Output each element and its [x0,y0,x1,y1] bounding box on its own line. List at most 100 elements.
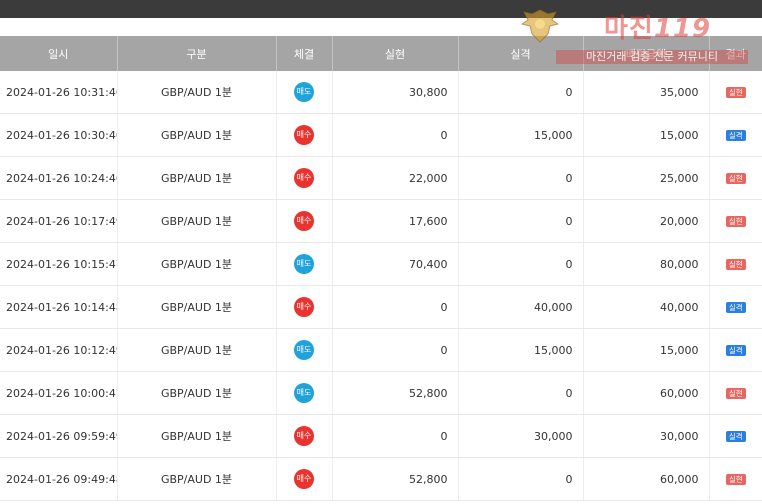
cell-exec: 매수 [276,156,333,200]
cell-amount: 15,000 [583,328,710,372]
result-badge: 실현 [725,173,746,184]
cell-realized: 30,800 [332,71,459,114]
cell-amount: 40,000 [583,285,710,329]
table-body: 2024-01-26 10:31:46 GBP/AUD 1분 매도 30,800 0 35… [0,71,762,501]
cell-realized: 0 [332,328,459,372]
cell-amount: 80,000 [583,242,710,286]
exec-badge: 매수 [294,125,314,145]
cell-result: 실격 [709,414,762,458]
header-row: 일시 구분 체결 실현 실격 배팅금액 결과 [0,36,762,71]
cell-date: 2024-01-26 09:49:48 [0,457,118,501]
cell-result: 실격 [709,328,762,372]
table-header: 일시 구분 체결 실현 실격 배팅금액 결과 [0,36,762,71]
cell-realized: 22,000 [332,156,459,200]
header-type: 구분 [117,36,277,71]
table-row: 2024-01-26 09:49:48 GBP/AUD 1분 매수 52,800 0 60… [0,457,762,501]
cell-date: 2024-01-26 10:15:47 [0,242,118,286]
cell-type: GBP/AUD 1분 [117,328,277,372]
cell-exec: 매수 [276,414,333,458]
exec-badge: 매수 [294,469,314,489]
result-badge: 실현 [725,474,746,485]
cell-amount: 20,000 [583,199,710,243]
result-badge: 실격 [725,130,746,141]
cell-realized: 17,600 [332,199,459,243]
cell-result: 실현 [709,71,762,114]
top-bar [0,0,762,18]
cell-result: 실현 [709,371,762,415]
cell-lost: 0 [458,156,584,200]
cell-date: 2024-01-26 10:24:46 [0,156,118,200]
cell-exec: 매도 [276,371,333,415]
cell-amount: 35,000 [583,71,710,114]
cell-date: 2024-01-26 10:14:48 [0,285,118,329]
exec-badge: 매도 [294,254,314,274]
cell-date: 2024-01-26 10:12:49 [0,328,118,372]
header-date: 일시 [0,36,118,71]
cell-exec: 매수 [276,457,333,501]
cell-exec: 매도 [276,328,333,372]
cell-exec: 매도 [276,71,333,114]
result-badge: 실격 [725,345,746,356]
cell-type: GBP/AUD 1분 [117,242,277,286]
cell-realized: 0 [332,285,459,329]
cell-amount: 25,000 [583,156,710,200]
cell-date: 2024-01-26 10:00:47 [0,371,118,415]
result-badge: 실현 [725,388,746,399]
cell-amount: 60,000 [583,371,710,415]
cell-realized: 0 [332,113,459,157]
cell-type: GBP/AUD 1분 [117,71,277,114]
table-row: 2024-01-26 10:24:46 GBP/AUD 1분 매수 22,000 0 25… [0,156,762,200]
cell-date: 2024-01-26 10:17:49 [0,199,118,243]
table-row: 2024-01-26 10:30:46 GBP/AUD 1분 매수 0 15,000 15… [0,113,762,157]
exec-badge: 매도 [294,383,314,403]
exec-badge: 매수 [294,297,314,317]
table-row: 2024-01-26 10:15:47 GBP/AUD 1분 매도 70,400 0 80… [0,242,762,286]
cell-lost: 15,000 [458,328,584,372]
exec-badge: 매수 [294,426,314,446]
result-badge: 실현 [725,259,746,270]
cell-result: 실현 [709,199,762,243]
cell-type: GBP/AUD 1분 [117,199,277,243]
cell-amount: 30,000 [583,414,710,458]
table-row: 2024-01-26 10:00:47 GBP/AUD 1분 매도 52,800 0 60… [0,371,762,415]
cell-type: GBP/AUD 1분 [117,113,277,157]
cell-exec: 매수 [276,113,333,157]
cell-result: 실현 [709,457,762,501]
header-amount: 배팅금액 [583,36,710,71]
cell-result: 실현 [709,242,762,286]
cell-type: GBP/AUD 1분 [117,371,277,415]
table-row: 2024-01-26 10:14:48 GBP/AUD 1분 매수 0 40,000 40… [0,285,762,329]
table-row: 2024-01-26 09:59:49 GBP/AUD 1분 매수 0 30,000 30… [0,414,762,458]
exec-badge: 매도 [294,340,314,360]
cell-realized: 0 [332,414,459,458]
cell-realized: 70,400 [332,242,459,286]
cell-realized: 52,800 [332,457,459,501]
cell-type: GBP/AUD 1분 [117,457,277,501]
cell-lost: 15,000 [458,113,584,157]
cell-lost: 0 [458,242,584,286]
header-result: 결과 [709,36,762,71]
cell-type: GBP/AUD 1분 [117,285,277,329]
cell-exec: 매도 [276,242,333,286]
table-row: 2024-01-26 10:17:49 GBP/AUD 1분 매수 17,600 0 20… [0,199,762,243]
cell-result: 실격 [709,113,762,157]
cell-exec: 매수 [276,285,333,329]
result-badge: 실현 [725,87,746,98]
exec-badge: 매수 [294,211,314,231]
cell-amount: 15,000 [583,113,710,157]
cell-exec: 매수 [276,199,333,243]
header-lost: 실격 [458,36,584,71]
cell-type: GBP/AUD 1분 [117,156,277,200]
cell-result: 실현 [709,156,762,200]
trade-history-table: 일시 구분 체결 실현 실격 배팅금액 결과 2024-01-26 10:31:… [0,36,762,501]
cell-result: 실격 [709,285,762,329]
cell-type: GBP/AUD 1분 [117,414,277,458]
header-exec: 체결 [276,36,333,71]
cell-date: 2024-01-26 10:30:46 [0,113,118,157]
cell-lost: 0 [458,457,584,501]
result-badge: 실격 [725,431,746,442]
cell-lost: 0 [458,199,584,243]
cell-lost: 40,000 [458,285,584,329]
cell-date: 2024-01-26 10:31:46 [0,71,118,114]
cell-date: 2024-01-26 09:59:49 [0,414,118,458]
